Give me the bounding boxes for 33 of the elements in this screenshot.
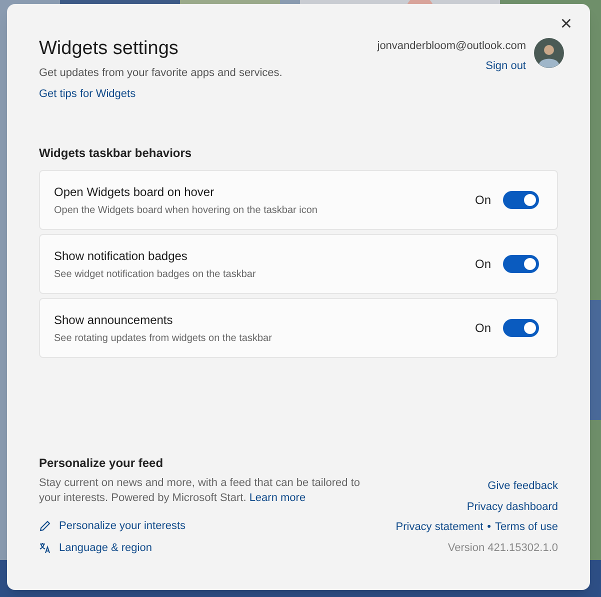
close-button[interactable]: ×	[556, 14, 576, 34]
pencil-icon	[39, 520, 51, 532]
toggle-switch[interactable]	[503, 191, 539, 209]
section-heading: Widgets taskbar behaviors	[39, 145, 193, 162]
setting-description: See rotating updates from widgets on the taskbar	[54, 332, 272, 346]
sign-out-link[interactable]: Sign out	[486, 58, 526, 74]
feed-link[interactable]: Language & region	[39, 540, 369, 556]
version-text: Version 421.15302.1.0	[448, 540, 558, 556]
setting-title: Show notification badges	[54, 248, 188, 264]
dialog-title: Widgets settings	[39, 37, 180, 61]
dialog-subtitle: Get updates from your favorite apps and services.	[39, 66, 282, 81]
setting-description: See widget notification badges on the taskbar	[54, 268, 256, 282]
tips-link[interactable]: Get tips for Widgets	[39, 86, 282, 102]
toggle-switch[interactable]	[503, 255, 539, 273]
language-icon	[39, 542, 51, 554]
setting-title: Open Widgets board on hover	[54, 184, 216, 200]
feed-heading: Personalize your feed	[39, 455, 164, 472]
feed-description: Stay current on news and more, with a feed that can be tailored to your interests. Powered by Microsoft Start. Learn more	[39, 476, 362, 506]
toggle-state-label: On	[474, 256, 491, 273]
feed-link[interactable]: Personalize your interests	[39, 518, 369, 534]
footer-link[interactable]: Privacy dashboard	[466, 498, 558, 515]
privacy-statement-link[interactable]: Privacy statement	[396, 519, 484, 536]
toggle-switch[interactable]	[503, 319, 539, 337]
separator-dot: •	[487, 520, 492, 535]
terms-link[interactable]: Terms of use	[495, 519, 558, 536]
footer-link[interactable]: Give feedback	[488, 478, 558, 494]
setting-title: Show announcements	[54, 312, 174, 328]
toggle-state-label: On	[474, 192, 491, 209]
learn-more-link[interactable]: Learn more	[249, 492, 306, 504]
toggle-state-label: On	[474, 320, 491, 337]
avatar-icon	[534, 38, 564, 68]
account-email: jonvanderbloom@outlook.com	[377, 39, 526, 54]
setting-description: Open the Widgets board when hovering on the taskbar icon	[54, 204, 318, 218]
